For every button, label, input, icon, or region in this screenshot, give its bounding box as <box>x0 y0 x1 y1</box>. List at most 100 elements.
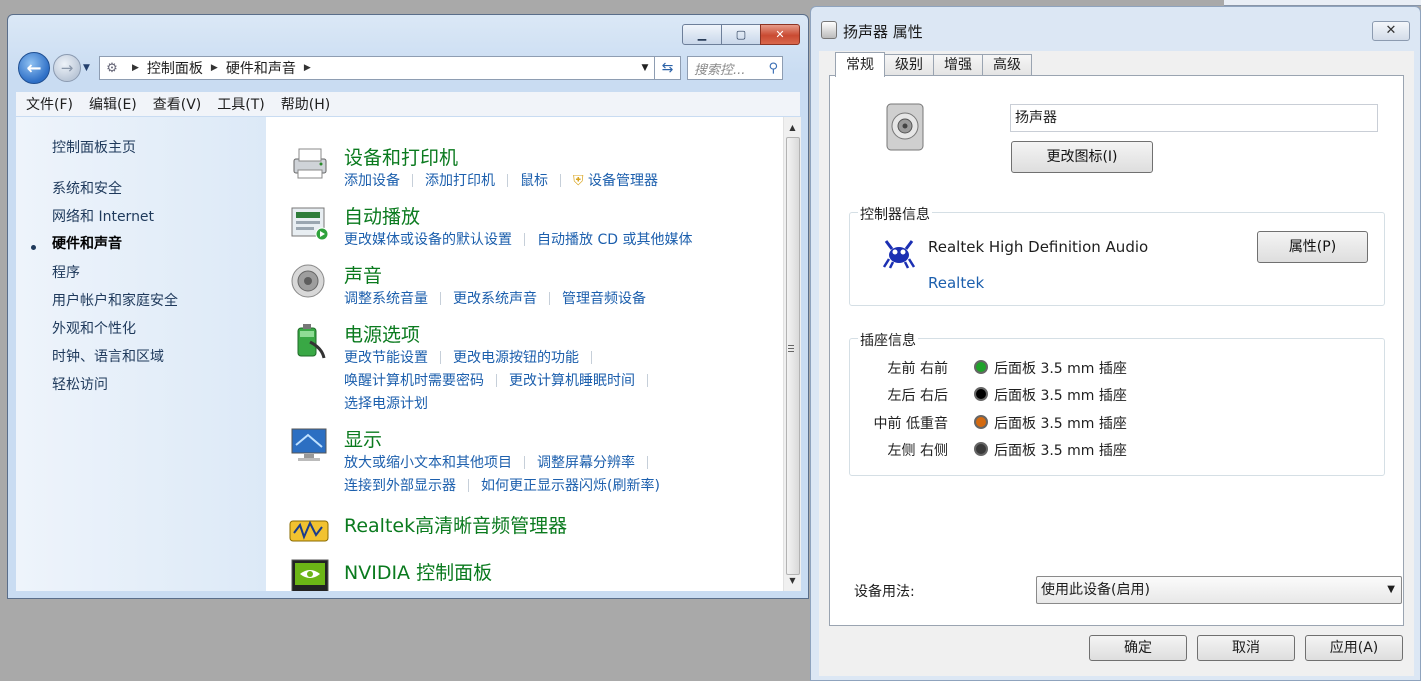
link-change-sleep-time[interactable]: 更改计算机睡眠时间 <box>509 373 635 389</box>
speaker-icon[interactable] <box>288 261 332 301</box>
chevron-down-icon: ▼ <box>1387 584 1395 595</box>
sidebar-item-network[interactable]: 网络和 Internet <box>52 206 154 226</box>
category-title[interactable]: 设备和打印机 <box>344 143 458 170</box>
tab-enhancements[interactable]: 增强 <box>933 54 983 76</box>
vertical-scrollbar[interactable]: ▲ ▼ <box>783 117 801 591</box>
control-panel-window: ▁ ▢ ✕ ← → ▼ ⚙ ▶ 控制面板 ▶ 硬件和声音 ▶ ▼ ⇆ 搜索控..… <box>7 14 809 599</box>
speaker-title-icon <box>821 21 837 39</box>
tab-general[interactable]: 常规 <box>835 52 885 77</box>
scroll-thumb[interactable] <box>786 137 800 575</box>
address-dropdown-icon[interactable]: ▼ <box>636 63 654 73</box>
change-icon-button[interactable]: 更改图标(I) <box>1011 141 1153 173</box>
category-title[interactable]: 显示 <box>344 425 382 452</box>
chevron-right-icon[interactable]: ▶ <box>304 63 311 73</box>
controller-name: Realtek High Definition Audio <box>928 238 1149 256</box>
sidebar-item-clock-language[interactable]: 时钟、语言和区域 <box>52 346 164 366</box>
category-title[interactable]: 电源选项 <box>344 320 420 347</box>
menu-tools[interactable]: 工具(T) <box>217 94 264 114</box>
jack-color-icon <box>974 387 988 401</box>
sidebar-item-ease-of-access[interactable]: 轻松访问 <box>52 374 108 394</box>
controller-vendor-link[interactable]: Realtek <box>928 274 984 292</box>
scroll-down-icon[interactable]: ▼ <box>784 572 801 589</box>
group-label: 控制器信息 <box>858 204 932 224</box>
category-title[interactable]: Realtek高清晰音频管理器 <box>344 511 567 538</box>
autoplay-icon[interactable] <box>288 202 332 242</box>
link-choose-power-plan[interactable]: 选择电源计划 <box>344 396 428 412</box>
link-mouse[interactable]: 鼠标 <box>520 173 548 189</box>
link-text-size[interactable]: 放大或缩小文本和其他项目 <box>344 455 512 471</box>
monitor-icon[interactable] <box>288 425 332 465</box>
refresh-icon: ⇆ <box>661 60 674 76</box>
chevron-right-icon[interactable]: ▶ <box>211 63 218 73</box>
jack-color-icon <box>974 360 988 374</box>
minimize-button[interactable]: ▁ <box>682 24 722 45</box>
link-manage-audio-devices[interactable]: 管理音频设备 <box>562 291 646 307</box>
sidebar-item-system-security[interactable]: 系统和安全 <box>52 178 122 198</box>
link-external-display[interactable]: 连接到外部显示器 <box>344 478 456 494</box>
maximize-button[interactable]: ▢ <box>721 24 761 45</box>
scroll-up-icon[interactable]: ▲ <box>784 119 801 136</box>
speaker-properties-dialog: 扬声器 属性 ✕ 常规 级别 增强 高级 扬声器 更改图标(I) 控制器信息 R… <box>810 6 1421 681</box>
nvidia-icon[interactable] <box>288 558 332 591</box>
search-icon[interactable]: ⚲ <box>768 61 778 76</box>
cancel-button[interactable]: 取消 <box>1197 635 1295 661</box>
battery-icon[interactable] <box>288 320 332 360</box>
menu-file[interactable]: 文件(F) <box>26 94 73 114</box>
window-caption-buttons: ▁ ▢ ✕ <box>682 24 800 45</box>
category-title[interactable]: 自动播放 <box>344 202 420 229</box>
link-change-power-saving[interactable]: 更改节能设置 <box>344 350 428 366</box>
apply-button[interactable]: 应用(A) <box>1305 635 1403 661</box>
category-links: 唤醒计算机时需要密码 更改计算机睡眠时间 <box>344 370 660 390</box>
tab-advanced[interactable]: 高级 <box>982 54 1032 76</box>
close-button[interactable]: ✕ <box>760 24 800 45</box>
search-input[interactable]: 搜索控... ⚲ <box>687 56 783 80</box>
category-title[interactable]: 声音 <box>344 261 382 288</box>
category-content: 设备和打印机 添加设备 添加打印机 鼠标 ⛨ 设备管理器 自动播放 更改媒体或设备的 <box>266 117 778 591</box>
dialog-close-button[interactable]: ✕ <box>1372 21 1410 41</box>
link-screen-resolution[interactable]: 调整屏幕分辨率 <box>537 455 635 471</box>
sidebar-item-home[interactable]: 控制面板主页 <box>52 137 136 157</box>
jack-channel: 左前 右前 <box>887 361 948 377</box>
current-item-bullet <box>31 245 36 250</box>
link-change-default-settings[interactable]: 更改媒体或设备的默认设置 <box>344 232 512 248</box>
category-links: 调整系统音量 更改系统声音 管理音频设备 <box>344 288 646 308</box>
dialog-body: 常规 级别 增强 高级 扬声器 更改图标(I) 控制器信息 Realtek Hi… <box>819 51 1414 676</box>
link-device-manager[interactable]: 设备管理器 <box>588 173 658 189</box>
realtek-audio-icon[interactable] <box>288 511 332 551</box>
link-change-system-sounds[interactable]: 更改系统声音 <box>453 291 537 307</box>
back-button[interactable]: ← <box>18 52 50 84</box>
jack-color-icon <box>974 415 988 429</box>
link-adjust-volume[interactable]: 调整系统音量 <box>344 291 428 307</box>
tab-levels[interactable]: 级别 <box>884 54 934 76</box>
refresh-button[interactable]: ⇆ <box>655 56 681 80</box>
address-bar[interactable]: ⚙ ▶ 控制面板 ▶ 硬件和声音 ▶ ▼ <box>99 56 655 80</box>
device-name-field[interactable]: 扬声器 <box>1010 104 1378 132</box>
forward-button[interactable]: → <box>53 54 81 82</box>
sidebar-item-appearance[interactable]: 外观和个性化 <box>52 318 136 338</box>
printer-icon[interactable] <box>288 143 332 183</box>
realtek-crab-icon <box>882 240 916 269</box>
breadcrumb-hardware-sound[interactable]: 硬件和声音 <box>226 58 296 78</box>
menu-help[interactable]: 帮助(H) <box>281 94 330 114</box>
category-title[interactable]: NVIDIA 控制面板 <box>344 558 492 585</box>
breadcrumb-control-panel[interactable]: 控制面板 <box>147 58 203 78</box>
controller-properties-button[interactable]: 属性(P) <box>1257 231 1368 263</box>
ok-button[interactable]: 确定 <box>1089 635 1187 661</box>
jack-row: 中前 低重音 后面板 3.5 mm 插座 <box>850 413 1386 433</box>
sidebar-item-user-accounts[interactable]: 用户帐户和家庭安全 <box>52 290 178 310</box>
link-add-device[interactable]: 添加设备 <box>344 173 400 189</box>
chevron-right-icon[interactable]: ▶ <box>132 63 139 73</box>
search-placeholder: 搜索控... <box>694 62 746 78</box>
link-add-printer[interactable]: 添加打印机 <box>425 173 495 189</box>
dialog-title: 扬声器 属性 <box>843 23 923 41</box>
device-usage-select[interactable]: 使用此设备(启用) ▼ <box>1036 576 1402 604</box>
menu-view[interactable]: 查看(V) <box>153 94 202 114</box>
arrow-right-icon: → <box>60 59 74 77</box>
link-refresh-rate[interactable]: 如何更正显示器闪烁(刷新率) <box>481 478 660 494</box>
sidebar-item-programs[interactable]: 程序 <box>52 262 80 282</box>
link-autoplay-cd[interactable]: 自动播放 CD 或其他媒体 <box>537 232 692 248</box>
link-change-power-button[interactable]: 更改电源按钮的功能 <box>453 350 579 366</box>
link-require-password-wake[interactable]: 唤醒计算机时需要密码 <box>344 373 484 389</box>
recent-pages-dropdown[interactable]: ▼ <box>83 63 95 73</box>
menu-edit[interactable]: 编辑(E) <box>89 94 137 114</box>
